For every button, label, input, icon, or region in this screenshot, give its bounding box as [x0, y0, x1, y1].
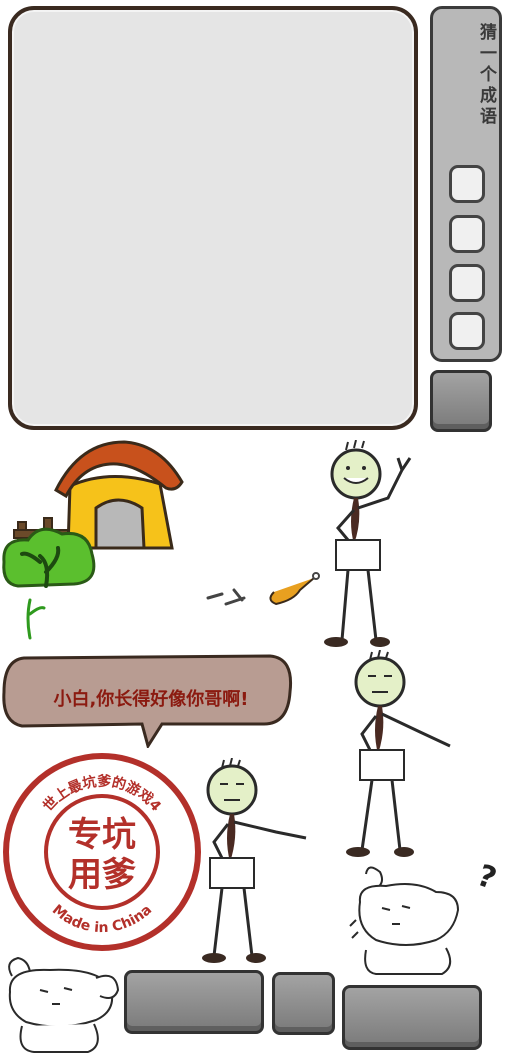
- answer-panel-title: 猜一个成语: [476, 23, 496, 128]
- dialog-text: 小白,你长得好像你哥啊!: [53, 689, 249, 710]
- answer-slot-2[interactable]: [449, 215, 485, 253]
- stick-figure-pointing-bottom[interactable]: [196, 758, 316, 968]
- stick-figure-pointing-top[interactable]: [340, 650, 460, 860]
- puzzle-board: [8, 6, 418, 430]
- house-scene[interactable]: [0, 438, 200, 648]
- stone-tile-side[interactable]: [430, 370, 492, 432]
- dog-right[interactable]: [346, 862, 470, 982]
- answer-slot-3[interactable]: [449, 264, 485, 302]
- stamp-center-line-1: 专坑: [68, 815, 136, 855]
- stone-tile-middle[interactable]: [272, 972, 335, 1035]
- answer-slot-4[interactable]: [449, 312, 485, 350]
- dog-left[interactable]: [0, 950, 124, 1055]
- question-mark: ?: [472, 858, 501, 897]
- stick-figure-peace[interactable]: [318, 440, 418, 650]
- game-stamp: 世上最坑爹的游戏4 专坑 用爹 Made in China: [3, 753, 201, 951]
- svg-text:世上最坑爹的游戏4: 世上最坑爹的游戏4: [40, 773, 164, 815]
- bones-and-drumstick[interactable]: [204, 570, 324, 615]
- stone-tile-left[interactable]: [124, 970, 264, 1034]
- answer-slot-1[interactable]: [449, 165, 485, 203]
- stamp-center-line-2: 用爹: [68, 855, 136, 895]
- stamp-top-text: 世上最坑爹的游戏4: [40, 773, 164, 815]
- stone-tile-right[interactable]: [342, 985, 482, 1050]
- answer-panel: 猜一个成语: [430, 6, 502, 362]
